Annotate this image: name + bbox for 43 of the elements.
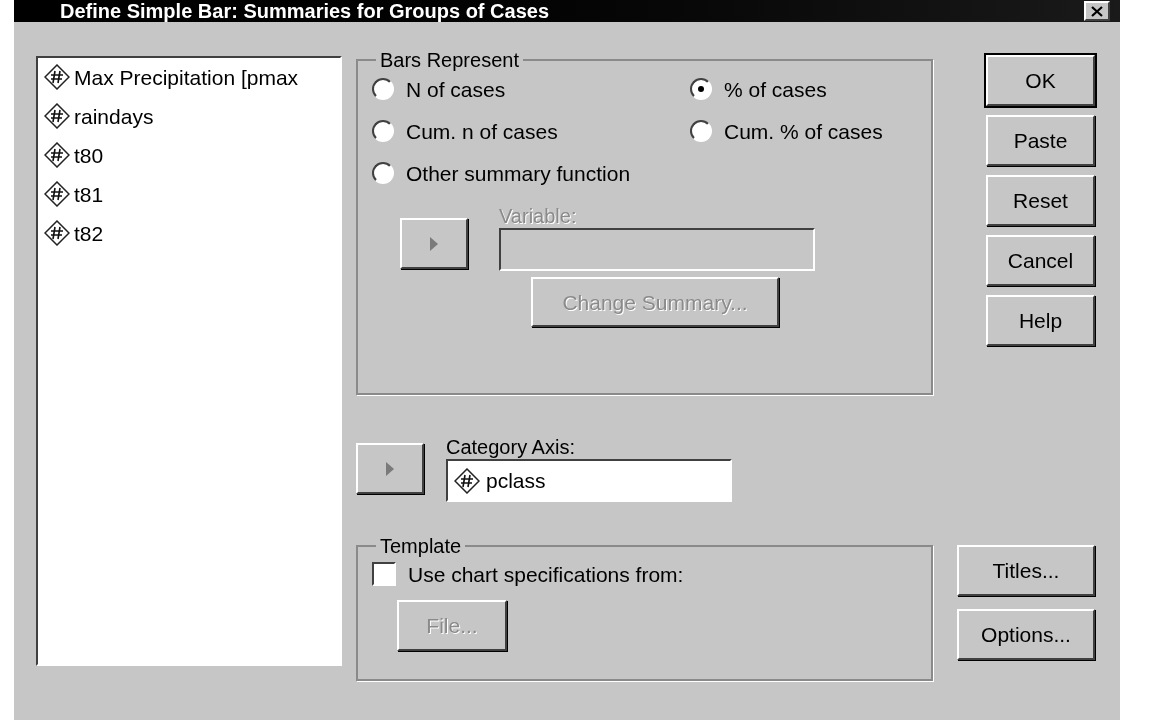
field-label: Category Axis:: [446, 437, 576, 457]
radio-label: Other summary function: [406, 162, 631, 184]
radio-label: % of cases: [724, 78, 827, 100]
dialog-button[interactable]: Reset: [986, 175, 1095, 226]
arrow-right-icon: [385, 460, 395, 477]
dialog-button[interactable]: Options...: [957, 609, 1095, 660]
window-title: Define Simple Bar: Summaries for Groups of Cases: [59, 1, 550, 21]
close-button[interactable]: [1084, 1, 1110, 21]
field-label: Variable:: [499, 206, 578, 226]
radio-button[interactable]: [690, 78, 712, 100]
dialog-button[interactable]: OK: [986, 55, 1095, 106]
move-arrow-button[interactable]: [400, 218, 468, 269]
dialog-button[interactable]: Cancel: [986, 235, 1095, 286]
radio-button[interactable]: [690, 120, 712, 142]
numeric-variable-icon: [44, 64, 70, 90]
radio-button[interactable]: [372, 78, 394, 100]
numeric-variable-icon: [44, 103, 70, 129]
checkbox[interactable]: [372, 562, 396, 586]
numeric-variable-icon: [454, 467, 480, 494]
group-label: Template: [379, 536, 463, 556]
variable-item[interactable]: t82: [74, 222, 104, 244]
numeric-variable-icon: [44, 220, 70, 246]
checkbox-label: Use chart specifications from:: [408, 563, 684, 585]
radio-button[interactable]: [372, 120, 394, 142]
radio-label: Cum. % of cases: [724, 120, 883, 142]
close-icon: [1091, 5, 1103, 17]
radio-label: Cum. n of cases: [406, 120, 558, 142]
variable-item[interactable]: Max Precipitation [pmax: [74, 66, 299, 88]
radio-label: N of cases: [406, 78, 506, 100]
variable-list[interactable]: Max Precipitation [pmax raindays t80 t81 t82: [36, 56, 342, 666]
numeric-variable-icon: [44, 142, 70, 168]
dialog-button[interactable]: Paste: [986, 115, 1095, 166]
move-arrow-button[interactable]: [356, 443, 424, 494]
dialog-button[interactable]: Titles...: [957, 545, 1095, 596]
dialog-button[interactable]: Help: [986, 295, 1095, 346]
radio-button[interactable]: [372, 162, 394, 184]
variable-item[interactable]: raindays: [74, 105, 154, 127]
group-label: Bars Represent: [379, 50, 520, 70]
variable-item[interactable]: t80: [74, 144, 104, 166]
arrow-right-icon: [429, 235, 439, 252]
category-axis-field[interactable]: pclass: [446, 459, 732, 502]
variable-item[interactable]: t81: [74, 183, 104, 205]
numeric-variable-icon: [44, 181, 70, 207]
